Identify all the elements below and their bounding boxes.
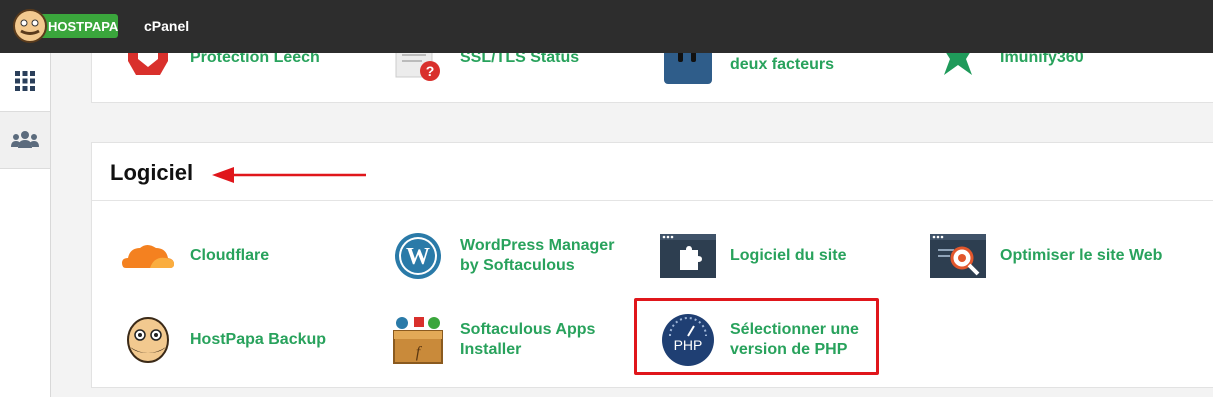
imunify360-link[interactable]: Imunify360 [930,53,1170,81]
grid-icon [15,71,35,91]
top-bar: HOSTPAPA cPanel [0,0,1213,53]
item-label: WordPress Manager by Softaculous [460,237,615,274]
softaculous-apps-link[interactable]: f Softaculous Apps Installer [390,317,630,364]
item-label: Imunify360 [1000,53,1084,66]
logiciel-du-site-link[interactable]: Logiciel du site [660,233,900,279]
section-divider [92,200,1213,201]
annotation-highlight-box [634,298,879,375]
app-title: cPanel [144,18,190,34]
two-factor-link[interactable]: deux facteurs [660,53,900,88]
annotation-arrow-icon [212,167,366,183]
sidebar-item-tools[interactable] [0,53,50,109]
optimiser-site-link[interactable]: Optimiser le site Web [930,233,1170,279]
stop-hand-icon [120,53,176,81]
sidebar-item-users[interactable] [0,111,50,169]
hostpapa-mascot-icon [120,317,176,363]
ssl-certificate-status-icon: ? [390,53,446,81]
item-label: SSL/TLS Status [460,53,580,66]
ssl-tls-status-link[interactable]: ? SSL/TLS Status [390,53,630,81]
softaculous-box-icon: f [390,317,446,364]
section-title: Logiciel [110,160,194,185]
optimize-website-icon [930,233,986,279]
svg-text:?: ? [426,63,435,79]
item-label: Softaculous Apps Installer [460,321,596,358]
wordpress-icon: W [390,233,446,279]
security-panel: Protection Leech ? SSL/TLS Status deux f… [91,53,1213,103]
item-label: Cloudflare [190,247,270,264]
svg-text:W: W [406,244,430,270]
users-icon [11,131,39,148]
brand-text: HOSTPAPA [48,19,119,34]
imunify-shield-icon [930,53,986,81]
hostpapa-logo[interactable]: HOSTPAPA [12,8,120,44]
protection-leech-link[interactable]: Protection Leech [120,53,360,81]
cloudflare-link[interactable]: Cloudflare [120,233,360,279]
cloudflare-cloud-icon [120,233,176,279]
site-software-puzzle-icon [660,233,716,279]
item-label: HostPapa Backup [190,331,327,348]
hostpapa-backup-link[interactable]: HostPapa Backup [120,317,360,363]
item-label: Logiciel du site [730,247,847,264]
sidebar [0,53,51,397]
wordpress-manager-link[interactable]: W WordPress Manager by Softaculous [390,233,630,279]
item-label: deux facteurs [730,56,835,73]
item-label: Protection Leech [190,53,320,66]
two-factor-lock-icon [660,53,716,88]
item-label: Optimiser le site Web [1000,247,1163,264]
